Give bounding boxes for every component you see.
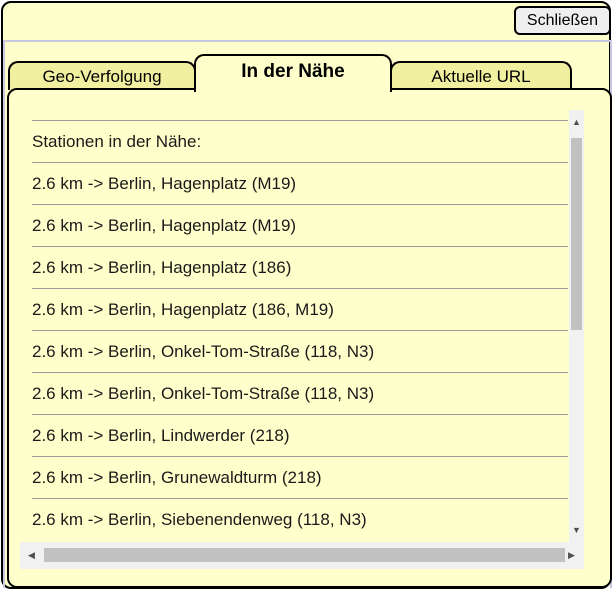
close-button[interactable]: Schließen <box>514 6 611 35</box>
list-item[interactable]: 2.6 km -> Berlin, Hagenplatz (186) <box>32 246 568 288</box>
list-item[interactable]: 2.6 km -> Berlin, Lindwerder (218) <box>32 414 568 456</box>
tab-geo-tracking[interactable]: Geo-Verfolgung <box>8 61 196 90</box>
list-item[interactable]: 2.6 km -> Berlin, Hagenplatz (M19) <box>32 204 568 246</box>
arrow-down-icon[interactable]: ▼ <box>569 522 584 537</box>
tab-current-url[interactable]: Aktuelle URL <box>390 61 572 90</box>
arrow-up-icon[interactable]: ▲ <box>569 114 584 129</box>
arrow-right-icon[interactable]: ▶ <box>564 548 579 563</box>
list-item[interactable]: 2.6 km -> Berlin, Siebenendenweg (118, N… <box>32 498 568 540</box>
horizontal-scroll-thumb[interactable] <box>44 548 565 562</box>
list-item[interactable]: 2.6 km -> Berlin, Onkel-Tom-Straße (118,… <box>32 372 568 414</box>
scroll-corner <box>584 542 596 569</box>
list-item[interactable]: 2.6 km -> Berlin, Hagenplatz (186, M19) <box>32 288 568 330</box>
vertical-scrollbar[interactable]: ▲ ▼ <box>569 110 584 542</box>
station-list: Stationen in der Nähe: 2.6 km -> Berlin,… <box>20 108 570 541</box>
tab-nearby[interactable]: In der Nähe <box>194 54 392 92</box>
list-item[interactable]: 2.6 km -> Berlin, Onkel-Tom-Straße (118,… <box>32 330 568 372</box>
arrow-left-icon[interactable]: ◀ <box>24 548 39 563</box>
list-heading: Stationen in der Nähe: <box>32 120 568 162</box>
horizontal-scrollbar[interactable]: ◀ ▶ <box>20 542 584 569</box>
list-item[interactable]: 2.6 km -> Berlin, Hagenplatz (M19) <box>32 162 568 204</box>
list-item[interactable]: 2.6 km -> Berlin, Grunewaldturm (218) <box>32 456 568 498</box>
vertical-scroll-thumb[interactable] <box>571 138 582 330</box>
